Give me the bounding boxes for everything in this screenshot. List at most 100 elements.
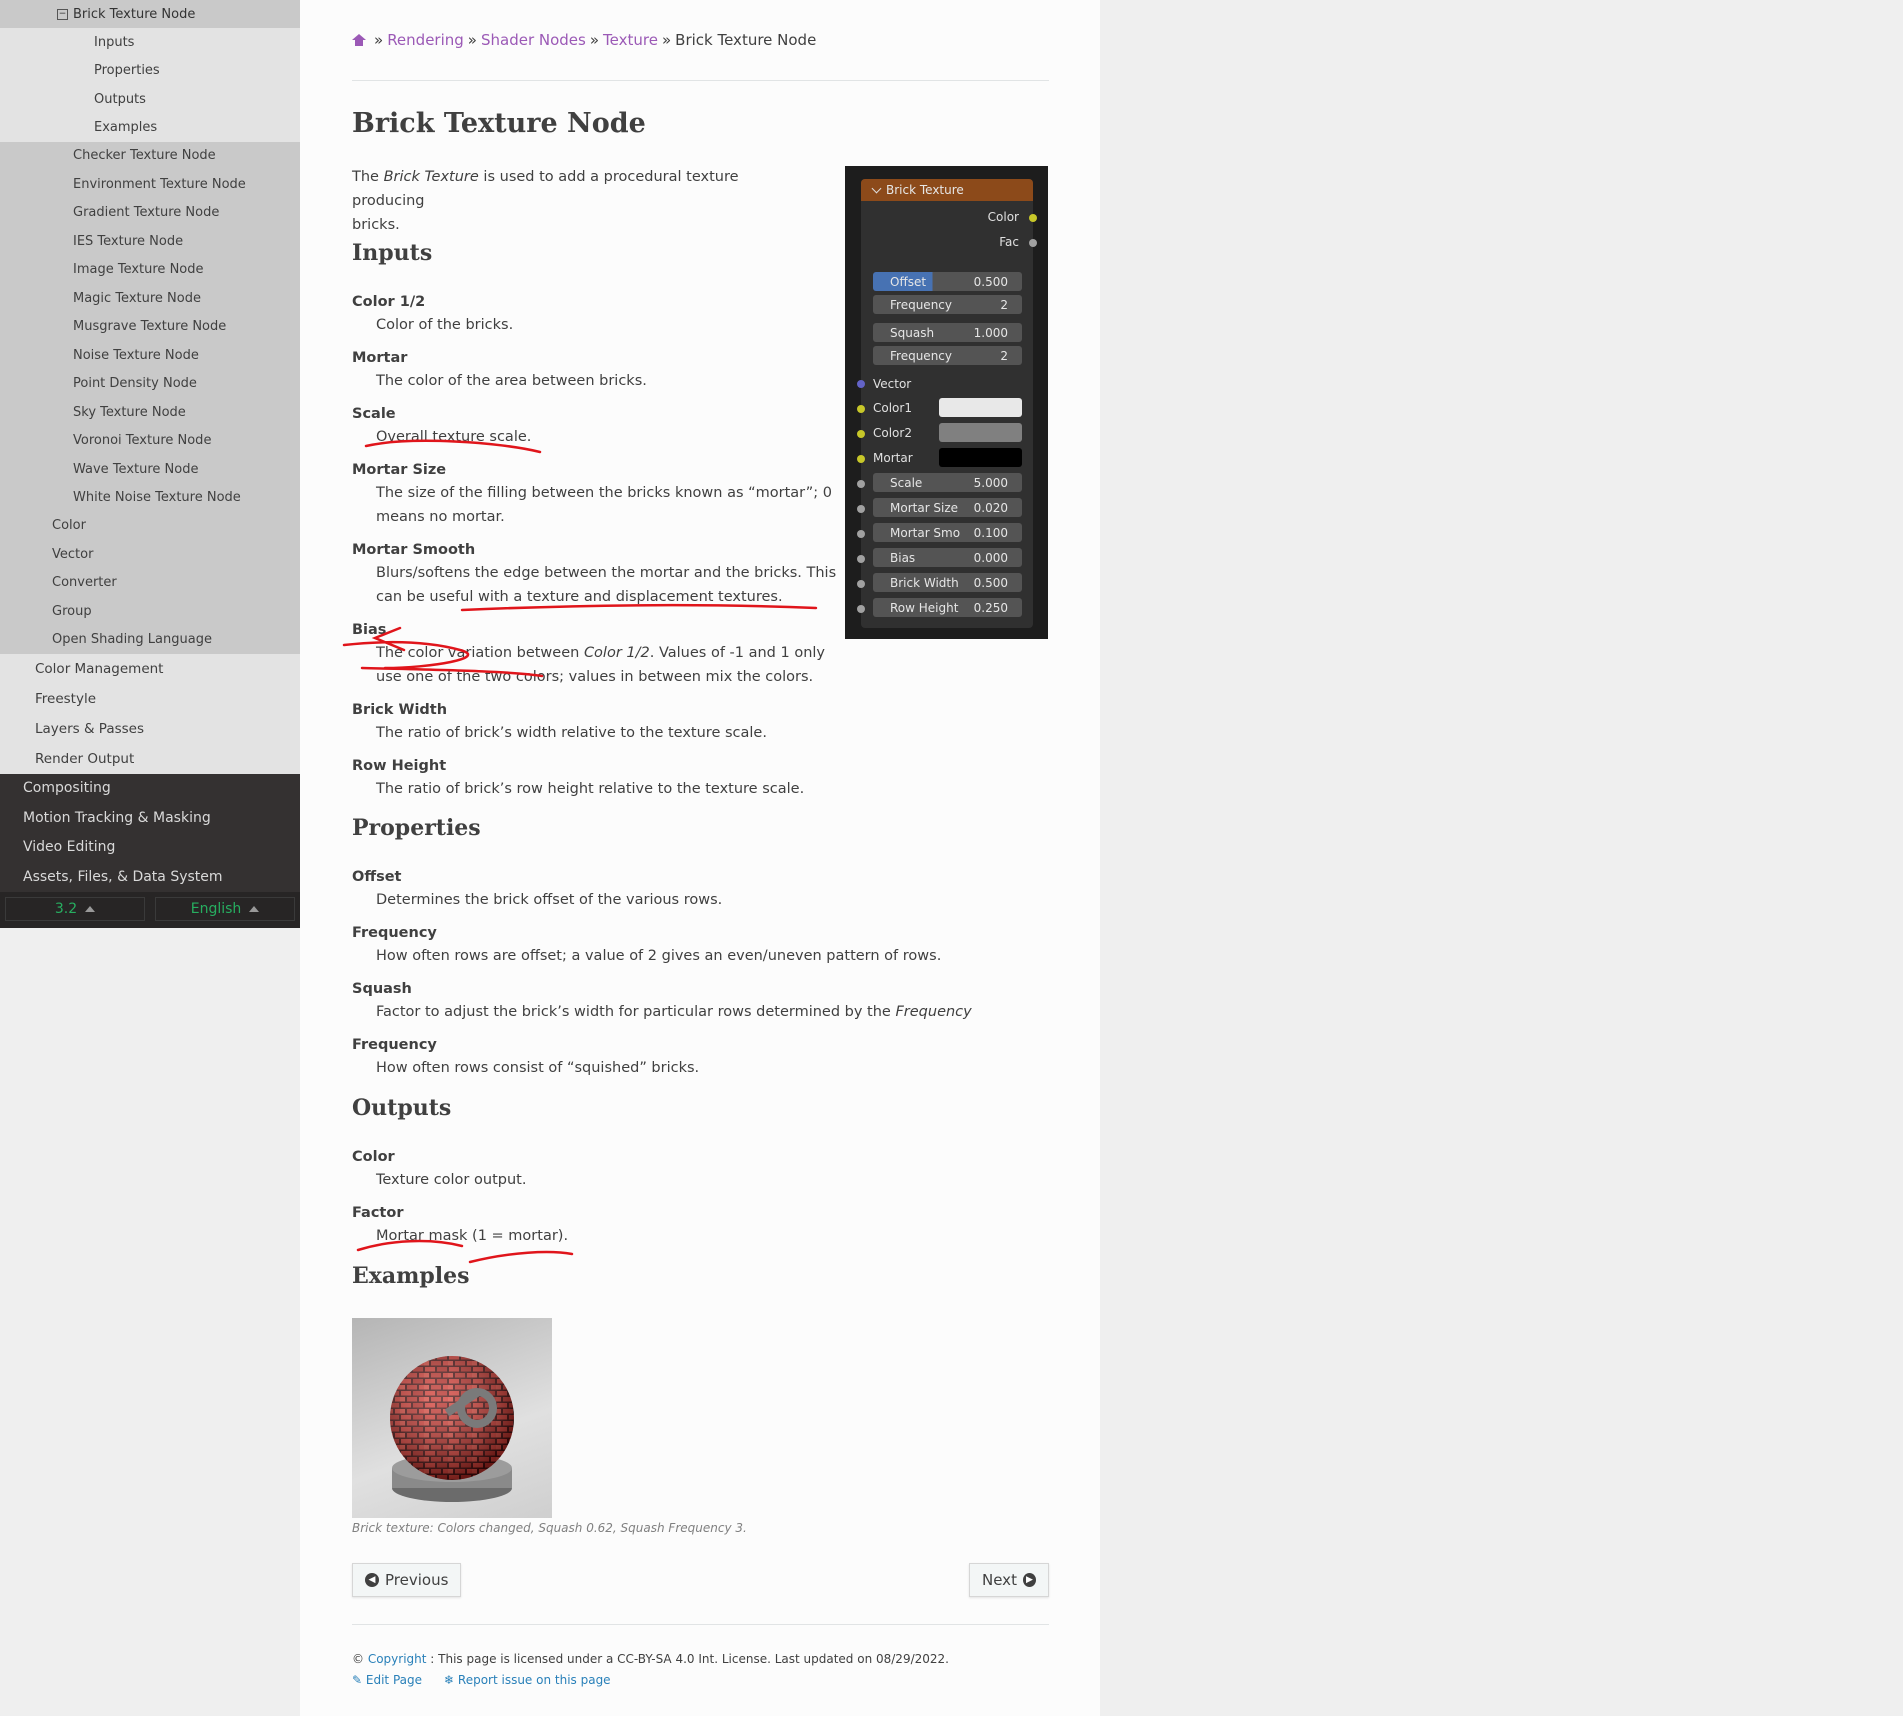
- desc-squash-frequency: How often rows consist of “squished” bri…: [376, 1060, 700, 1076]
- footer-copyright: © Copyright : This page is licensed unde…: [352, 1652, 949, 1666]
- sidebar-item-white-noise-texture[interactable]: White Noise Texture Node: [0, 484, 300, 512]
- page-title: Brick Texture Node: [352, 108, 646, 139]
- sidebar-item-converter[interactable]: Converter: [0, 569, 300, 598]
- previous-button[interactable]: ◀ Previous: [352, 1563, 462, 1597]
- language-selector[interactable]: English: [155, 897, 295, 921]
- outputs-heading: Outputs: [352, 1095, 452, 1121]
- node-input-color1: Color1: [873, 401, 912, 415]
- sidebar-item-freestyle[interactable]: Freestyle: [0, 684, 300, 714]
- properties-heading: Properties: [352, 815, 481, 841]
- sidebar-item-gradient-texture[interactable]: Gradient Texture Node: [0, 199, 300, 228]
- node-slider-row-height: Row Height 0.250: [873, 598, 1022, 617]
- sidebar-item-color-management[interactable]: Color Management: [0, 654, 300, 684]
- sidebar-item-brick-texture-node[interactable]: − Brick Texture Node: [0, 0, 300, 28]
- sidebar-item-video-editing[interactable]: Video Editing: [0, 833, 300, 863]
- sidebar-item-assets-files[interactable]: Assets, Files, & Data System: [0, 862, 300, 892]
- socket-icon: [857, 505, 865, 513]
- sidebar-item-motion-tracking[interactable]: Motion Tracking & Masking: [0, 803, 300, 833]
- node-input-color2: Color2: [873, 426, 912, 440]
- inputs-heading: Inputs: [352, 240, 433, 266]
- node-output-color: Color: [987, 210, 1019, 224]
- node-output-fac: Fac: [999, 235, 1019, 249]
- version-bar: 3.2 English: [0, 892, 300, 928]
- breadcrumb-link-rendering[interactable]: Rendering: [387, 31, 464, 49]
- caret-up-icon: [249, 906, 260, 912]
- edit-icon: ✎: [352, 1673, 363, 1687]
- edit-page-link[interactable]: ✎ Edit Page: [352, 1673, 422, 1687]
- term-squash: Squash: [352, 981, 412, 997]
- term-bias: Bias: [352, 622, 387, 638]
- term-row-height: Row Height: [352, 758, 447, 774]
- caret-up-icon: [85, 906, 96, 912]
- collapse-icon[interactable]: −: [57, 8, 68, 20]
- sidebar-subitem-inputs[interactable]: Inputs: [0, 28, 300, 57]
- node-header: Brick Texture: [861, 179, 1033, 201]
- socket-icon: [857, 430, 865, 438]
- node-slider-scale: Scale 5.000: [873, 473, 1022, 492]
- term-mortar-smooth: Mortar Smooth: [352, 542, 476, 558]
- term-brick-width: Brick Width: [352, 702, 448, 718]
- socket-icon: [1029, 239, 1037, 247]
- version-selector[interactable]: 3.2: [5, 897, 145, 921]
- arrow-left-circle-icon: ◀: [365, 1573, 379, 1587]
- sidebar-item-noise-texture[interactable]: Noise Texture Node: [0, 341, 300, 370]
- sidebar-item-image-texture[interactable]: Image Texture Node: [0, 256, 300, 285]
- term-color-1-2: Color 1/2: [352, 294, 426, 310]
- sidebar-item-group[interactable]: Group: [0, 597, 300, 626]
- example-caption: Brick texture: Colors changed, Squash 0.…: [352, 1521, 747, 1535]
- desc-squash: Factor to adjust the brick’s width for p…: [376, 1004, 972, 1020]
- term-frequency: Frequency: [352, 925, 437, 941]
- copyright-link[interactable]: Copyright: [368, 1652, 427, 1666]
- divider: [352, 80, 1049, 81]
- example-render-illustration: [390, 1356, 514, 1502]
- sidebar-item-musgrave-texture[interactable]: Musgrave Texture Node: [0, 313, 300, 342]
- bug-icon: ❄: [444, 1673, 455, 1687]
- socket-icon: [857, 530, 865, 538]
- sidebar-item-magic-texture[interactable]: Magic Texture Node: [0, 284, 300, 313]
- sidebar-item-sky-texture[interactable]: Sky Texture Node: [0, 398, 300, 427]
- sidebar-item-color[interactable]: Color: [0, 512, 300, 541]
- arrow-right-circle-icon: ▶: [1022, 1573, 1036, 1587]
- socket-icon: [857, 605, 865, 613]
- mortar-swatch: [939, 448, 1022, 467]
- term-output-color: Color: [352, 1149, 395, 1165]
- main-content: » Rendering » Shader Nodes » Texture » B…: [300, 0, 1100, 1716]
- node-field-offset: Offset 0.500: [873, 272, 1022, 291]
- breadcrumb-link-shader-nodes[interactable]: Shader Nodes: [481, 31, 586, 49]
- intro-paragraph: The Brick Texture is used to add a proce…: [352, 169, 739, 233]
- socket-icon: [857, 455, 865, 463]
- sidebar-item-wave-texture[interactable]: Wave Texture Node: [0, 455, 300, 484]
- sidebar-item-compositing[interactable]: Compositing: [0, 774, 300, 804]
- node-field-frequency: Frequency 2: [873, 295, 1022, 314]
- socket-icon: [857, 480, 865, 488]
- term-output-factor: Factor: [352, 1205, 404, 1221]
- node-field-squash-frequency: Frequency 2: [873, 346, 1022, 365]
- sidebar-subitem-examples[interactable]: Examples: [0, 114, 300, 142]
- desc-mortar-size: The size of the filling between the bric…: [376, 485, 832, 525]
- examples-heading: Examples: [352, 1263, 470, 1289]
- sidebar-item-vector[interactable]: Vector: [0, 540, 300, 569]
- footer-divider: [352, 1624, 1049, 1625]
- next-button[interactable]: Next ▶: [969, 1563, 1049, 1597]
- home-icon[interactable]: [352, 34, 366, 46]
- sidebar-subitem-outputs[interactable]: Outputs: [0, 85, 300, 114]
- sidebar-item-checker-texture[interactable]: Checker Texture Node: [0, 142, 300, 171]
- socket-icon: [1029, 214, 1037, 222]
- page-background: [1100, 0, 1903, 1716]
- sidebar-item-layers-passes[interactable]: Layers & Passes: [0, 714, 300, 744]
- socket-icon: [857, 405, 865, 413]
- sidebar-item-ies-texture[interactable]: IES Texture Node: [0, 227, 300, 256]
- report-issue-link[interactable]: ❄ Report issue on this page: [444, 1673, 611, 1687]
- breadcrumb-current: Brick Texture Node: [675, 31, 817, 49]
- sidebar-item-environment-texture[interactable]: Environment Texture Node: [0, 170, 300, 199]
- breadcrumb-link-texture[interactable]: Texture: [603, 31, 658, 49]
- sidebar-item-point-density[interactable]: Point Density Node: [0, 370, 300, 399]
- sidebar-item-voronoi-texture[interactable]: Voronoi Texture Node: [0, 427, 300, 456]
- desc-output-factor: Mortar mask (1 = mortar).: [376, 1228, 569, 1244]
- sidebar-item-open-shading-language[interactable]: Open Shading Language: [0, 626, 300, 654]
- node-input-vector: Vector: [873, 377, 912, 391]
- sidebar-item-render-output[interactable]: Render Output: [0, 744, 300, 774]
- socket-icon: [857, 555, 865, 563]
- brick-texture-example-image[interactable]: [352, 1318, 552, 1518]
- sidebar-subitem-properties[interactable]: Properties: [0, 57, 300, 86]
